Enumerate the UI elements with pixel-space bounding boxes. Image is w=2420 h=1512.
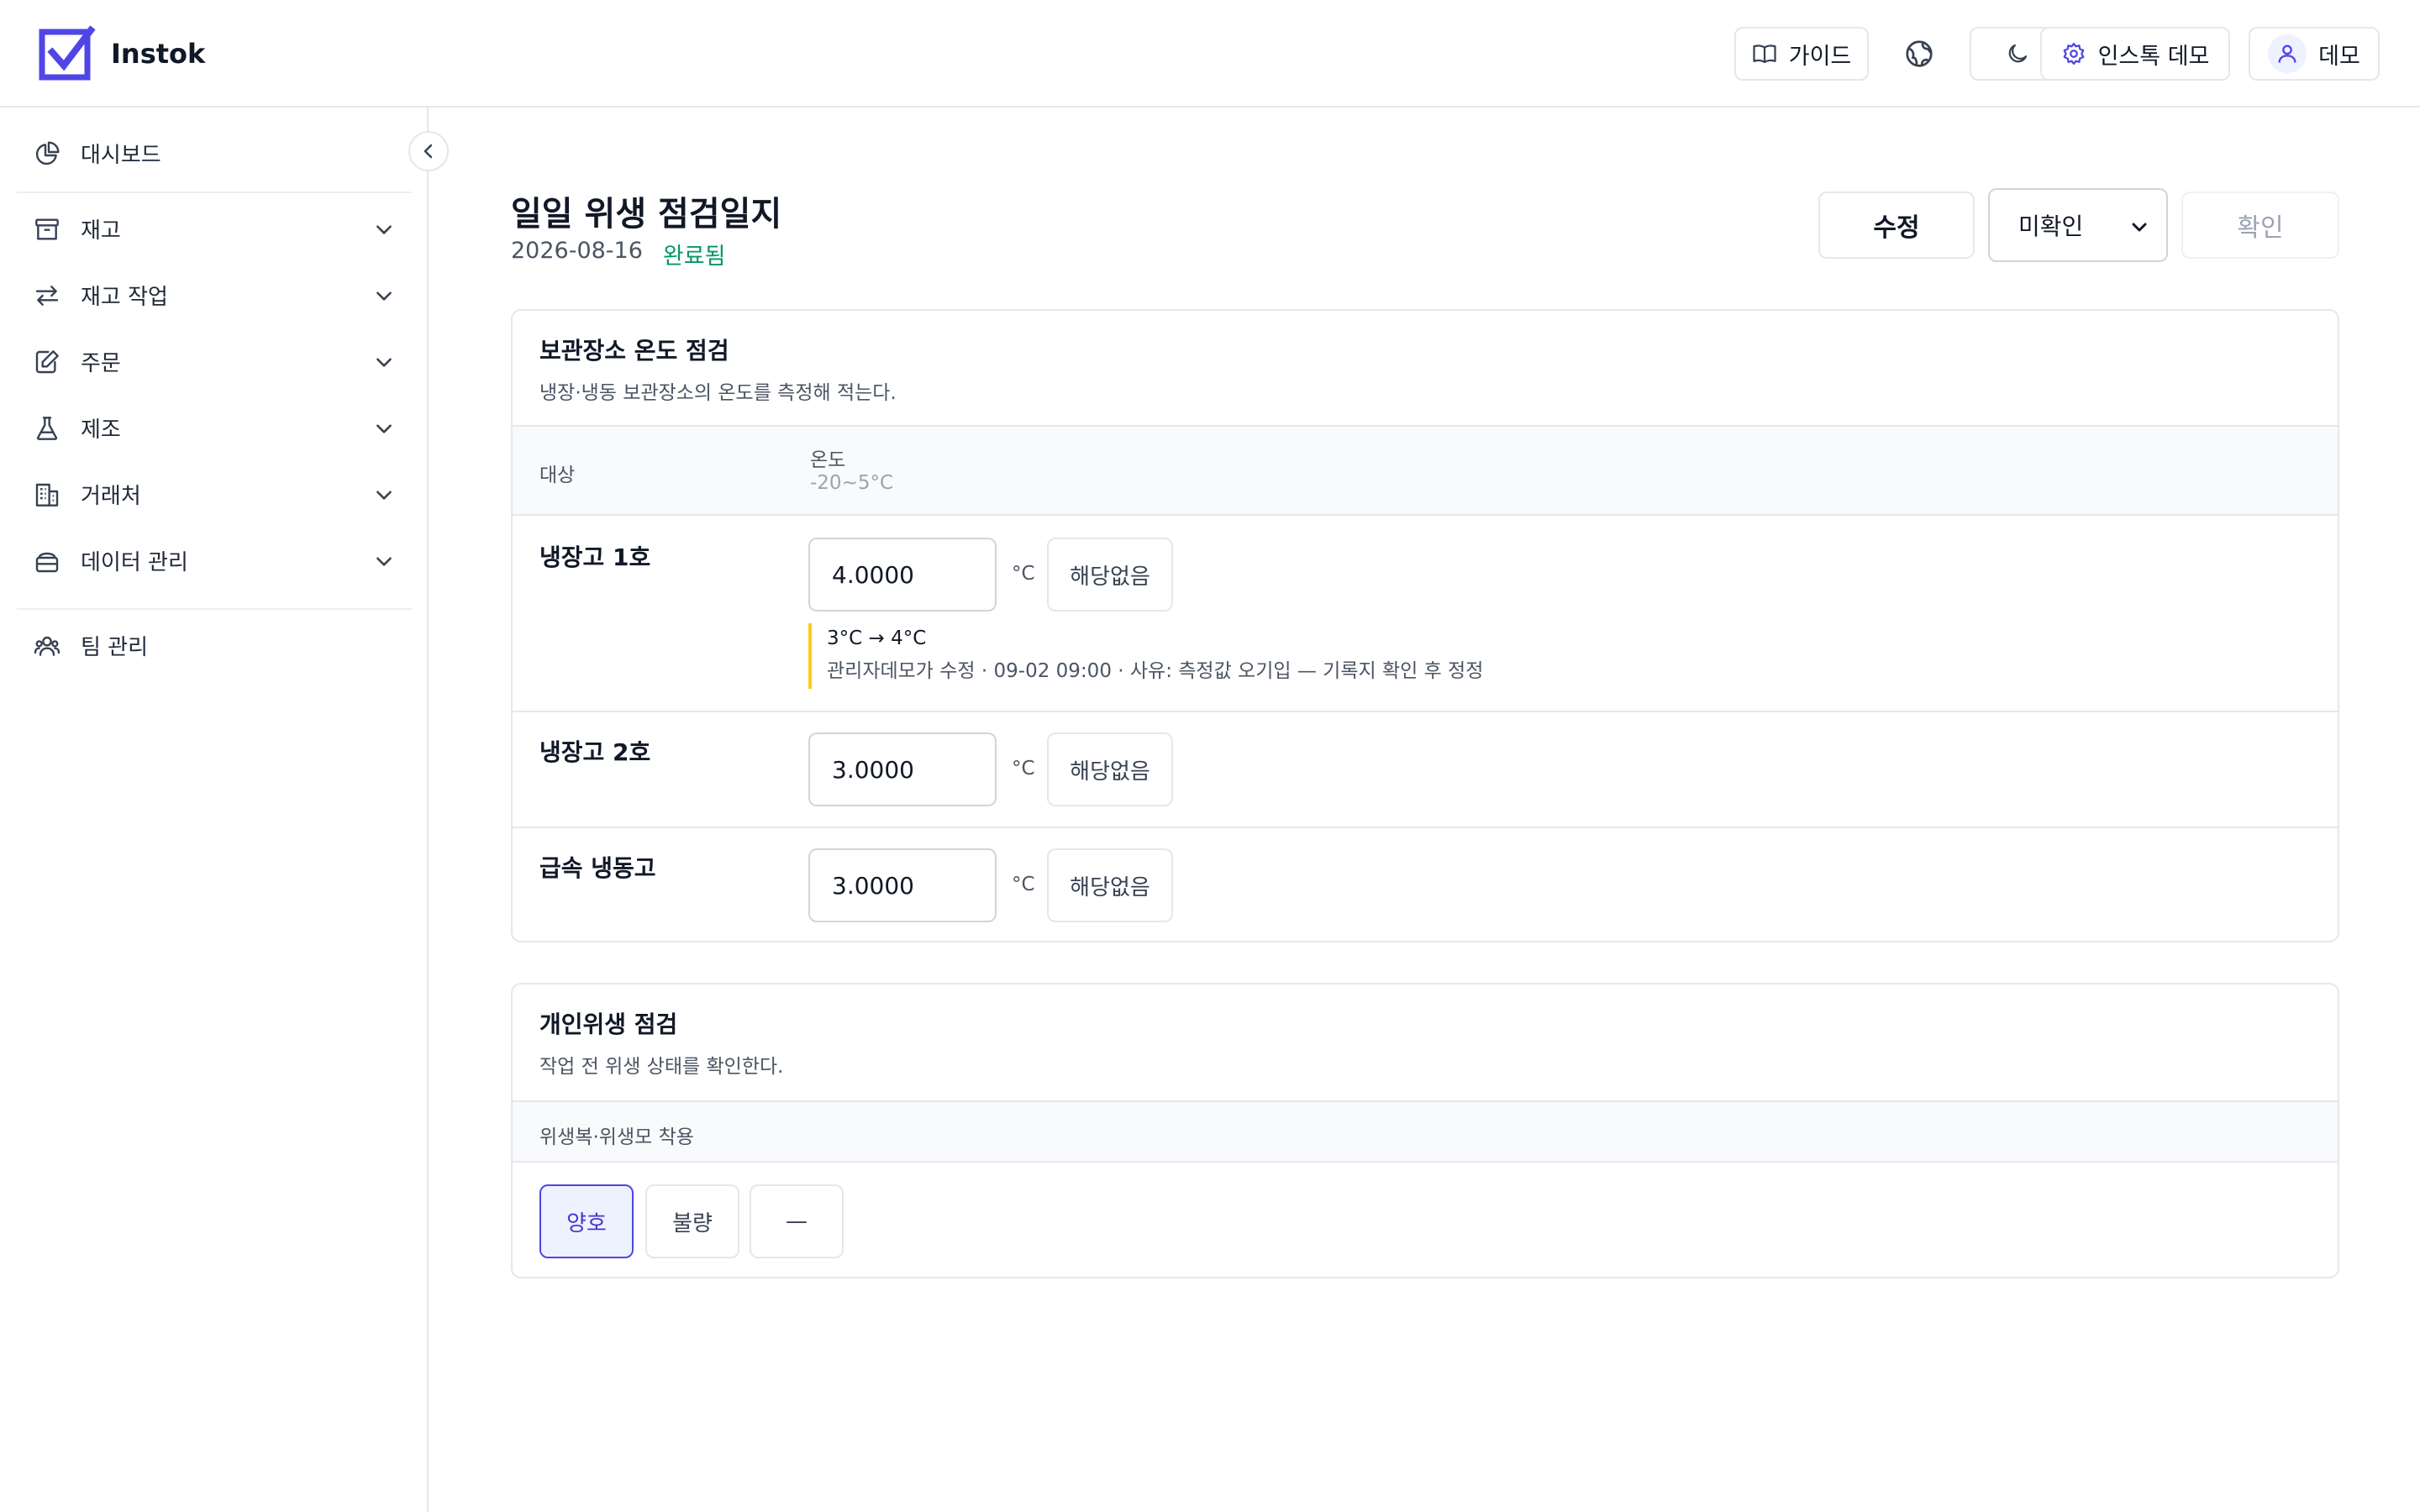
temperature-input[interactable]: 3.0000 — [808, 848, 997, 922]
building-icon — [34, 481, 60, 508]
row-name: 냉장고 1호 — [539, 543, 651, 571]
option-good-button[interactable]: 양호 — [539, 1184, 634, 1258]
sidebar-item-dashboard[interactable]: 대시보드 — [17, 126, 412, 180]
avatar — [2268, 34, 2307, 73]
sidebar-item-inventory-operations[interactable]: 재고 작업 — [17, 268, 412, 322]
moon-icon — [2008, 44, 2028, 63]
sidebar-item-label: 대시보드 — [81, 142, 161, 168]
chevron-down-icon — [373, 351, 395, 373]
sidebar-item-label: 팀 관리 — [81, 634, 149, 660]
sidebar-item-manufacturing[interactable]: 제조 — [17, 401, 412, 454]
globe-icon — [1906, 40, 1933, 67]
sidebar-item-orders[interactable]: 주문 — [17, 334, 412, 388]
guide-button[interactable]: 가이드 — [1734, 27, 1869, 81]
divider — [17, 192, 412, 193]
app-logo[interactable]: Instok — [39, 25, 205, 82]
option-none-button[interactable]: — — [750, 1184, 844, 1258]
not-applicable-button[interactable]: 해당없음 — [1047, 848, 1173, 922]
temperature-input[interactable]: 3.0000 — [808, 732, 997, 806]
change-value: 3°C → 4°C — [827, 627, 927, 649]
change-detail: 관리자데모가 수정 · 09-02 09:00 · 사유: 측정값 오기입 — … — [827, 660, 1484, 682]
logo-check-icon — [39, 25, 96, 81]
user-label: 데모 — [2318, 43, 2360, 70]
personal-hygiene-card: 개인위생 점검 작업 전 위생 상태를 확인한다. 위생복·위생모 착용 양호 … — [511, 983, 2339, 1278]
status-badge: 완료됨 — [662, 244, 726, 270]
flask-icon — [34, 415, 60, 442]
sidebar: 대시보드 재고 재고 작업 주문 제조 거래처 데이터 관리 팀 관리 — [0, 108, 429, 1512]
section-description: 작업 전 위생 상태를 확인한다. — [539, 1056, 784, 1078]
log-date: 2026-08-16 — [511, 238, 643, 264]
sidebar-item-label: 제조 — [81, 417, 121, 443]
option-bad-button[interactable]: 불량 — [645, 1184, 739, 1258]
chevron-down-icon — [373, 218, 395, 240]
sidebar-item-inventory[interactable]: 재고 — [17, 202, 412, 255]
sidebar-item-label: 재고 — [81, 218, 121, 244]
storage-temperature-card: 보관장소 온도 점검 냉장·냉동 보관장소의 온도를 측정해 적는다. 대상 온… — [511, 309, 2339, 942]
users-icon — [34, 633, 60, 659]
sidebar-item-team-management[interactable]: 팀 관리 — [17, 618, 412, 672]
edit-button[interactable]: 수정 — [1818, 192, 1975, 259]
gear-icon — [2063, 43, 2084, 65]
check-item-label: 위생복·위생모 착용 — [539, 1126, 694, 1148]
review-status-value: 미확인 — [2018, 213, 2084, 240]
app-name: Instok — [111, 38, 206, 70]
temperature-input[interactable]: 4.0000 — [808, 538, 997, 612]
confirm-button[interactable]: 확인 — [2181, 192, 2339, 259]
not-applicable-button[interactable]: 해당없음 — [1047, 732, 1173, 806]
table-header: 대상 온도 -20~5°C — [513, 425, 2338, 516]
chevron-down-icon — [2132, 223, 2147, 232]
row-divider — [513, 827, 2338, 828]
change-history-note: 3°C → 4°C 관리자데모가 수정 · 09-02 09:00 · 사유: … — [808, 623, 1483, 689]
section-description: 냉장·냉동 보관장소의 온도를 측정해 적는다. — [539, 382, 897, 404]
temperature-range: -20~5°C — [810, 472, 894, 494]
database-icon — [34, 548, 60, 575]
chevron-down-icon — [373, 550, 395, 572]
column-header-temperature: 온도 — [810, 449, 846, 471]
page-subtitle: 2026-08-16 완료됨 — [511, 238, 725, 270]
table-header: 위생복·위생모 착용 — [513, 1100, 2338, 1163]
sidebar-item-label: 데이터 관리 — [81, 549, 188, 575]
sidebar-item-partners[interactable]: 거래처 — [17, 467, 412, 521]
guide-label: 가이드 — [1788, 43, 1852, 70]
user-menu-button[interactable]: 데모 — [2249, 27, 2380, 81]
sidebar-item-label: 재고 작업 — [81, 284, 168, 310]
pie-chart-icon — [34, 140, 60, 167]
book-open-icon — [1753, 45, 1776, 64]
sidebar-item-label: 주문 — [81, 350, 121, 376]
unit-label: °C — [1012, 563, 1035, 585]
language-button[interactable] — [1892, 27, 1946, 81]
column-header-target: 대상 — [539, 465, 576, 486]
organization-label: 인스톡 데모 — [2097, 43, 2210, 70]
unit-label: °C — [1012, 758, 1035, 780]
review-status-select[interactable]: 미확인 — [1988, 188, 2168, 262]
chevron-down-icon — [373, 484, 395, 506]
archive-icon — [34, 216, 60, 243]
sidebar-collapse-button[interactable] — [408, 131, 449, 171]
section-title: 개인위생 점검 — [539, 1011, 678, 1038]
chevron-down-icon — [373, 417, 395, 439]
section-title: 보관장소 온도 점검 — [539, 337, 729, 365]
organization-button[interactable]: 인스톡 데모 — [2040, 27, 2230, 81]
unit-label: °C — [1012, 874, 1035, 895]
arrows-exchange-icon — [34, 282, 60, 309]
chevron-down-icon — [373, 285, 395, 307]
divider — [17, 608, 412, 610]
user-icon — [2278, 45, 2296, 63]
chevron-left-icon — [424, 144, 433, 159]
page-title: 일일 위생 점검일지 — [511, 195, 782, 234]
sidebar-item-data-management[interactable]: 데이터 관리 — [17, 533, 412, 587]
row-name: 냉장고 2호 — [539, 738, 651, 766]
not-applicable-button[interactable]: 해당없음 — [1047, 538, 1173, 612]
row-name: 급속 냉동고 — [539, 854, 656, 882]
top-header: Instok 가이드 인스톡 데모 데모 — [0, 0, 2420, 108]
row-divider — [513, 711, 2338, 712]
sidebar-item-label: 거래처 — [81, 483, 141, 509]
edit-note-icon — [34, 349, 60, 375]
